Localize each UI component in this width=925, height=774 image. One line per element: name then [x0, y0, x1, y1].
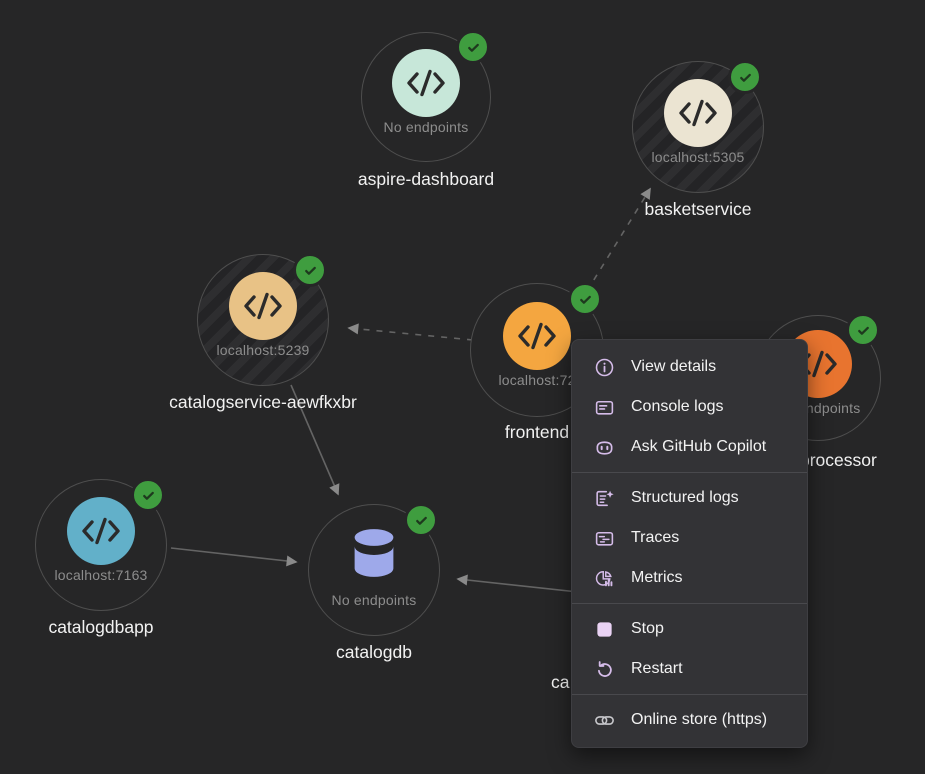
node-label: aspire-dashboard	[246, 169, 606, 190]
node-endpoint: No endpoints	[308, 592, 440, 608]
menu-item-label: Online store (https)	[631, 711, 767, 729]
menu-item-stop[interactable]: Stop	[572, 609, 807, 649]
status-badge-running	[404, 503, 438, 537]
menu-item-metrics[interactable]: Metrics	[572, 558, 807, 598]
node-label: catalogdb	[194, 642, 554, 663]
edge-catalogdbapp-to-catalogdb	[171, 548, 296, 562]
info-icon	[593, 356, 615, 378]
node-endpoint: localhost:7163	[35, 567, 167, 583]
menu-item-view-details[interactable]: View details	[572, 347, 807, 387]
console-logs-icon	[593, 396, 615, 418]
menu-item-online-store-https[interactable]: Online store (https)	[572, 700, 807, 740]
status-badge-running	[293, 253, 327, 287]
node-catalogdbapp[interactable]: localhost:7163catalogdbapp	[35, 479, 167, 611]
menu-item-label: Metrics	[631, 569, 683, 587]
status-badge-running	[568, 282, 602, 316]
metrics-icon	[593, 567, 615, 589]
database-icon	[342, 522, 406, 584]
edge-frontend-to-catalogservice-aewfkxbr	[349, 328, 473, 340]
node-label: catalogdbapp	[0, 617, 281, 638]
menu-item-label: Restart	[631, 660, 683, 678]
status-badge-running	[728, 60, 762, 94]
node-endpoint: No endpoints	[361, 119, 491, 135]
node-basketservice[interactable]: localhost:5305basketservice	[632, 61, 764, 193]
node-catalogdb[interactable]: No endpointscatalogdb	[308, 504, 440, 636]
menu-item-console-logs[interactable]: Console logs	[572, 387, 807, 427]
menu-item-restart[interactable]: Restart	[572, 649, 807, 689]
code-icon	[67, 497, 135, 565]
node-aspire-dashboard[interactable]: No endpointsaspire-dashboard	[361, 32, 491, 162]
restart-icon	[593, 658, 615, 680]
node-label: catalogservice-aewfkxbr	[83, 392, 443, 413]
menu-divider	[572, 603, 807, 604]
menu-item-structured-logs[interactable]: Structured logs	[572, 478, 807, 518]
node-label: basketservice	[518, 199, 878, 220]
copilot-icon	[593, 436, 615, 458]
traces-icon	[593, 527, 615, 549]
node-endpoint: localhost:5305	[632, 149, 764, 165]
link-icon	[593, 709, 615, 731]
menu-item-label: Stop	[631, 620, 664, 638]
node-endpoint: localhost:5239	[197, 342, 329, 358]
node-catalogservice-aewfkxbr[interactable]: localhost:5239catalogservice-aewfkxbr	[197, 254, 329, 386]
menu-item-label: View details	[631, 358, 716, 376]
code-icon	[229, 272, 297, 340]
context-menu: View details Console logs Ask GitHub Copil…	[571, 339, 808, 748]
structured-logs-icon	[593, 487, 615, 509]
node-label-partial: ca	[551, 672, 569, 693]
stop-icon	[593, 618, 615, 640]
resource-graph-canvas[interactable]: No endpointsaspire-dashboardlocalhost:53…	[0, 0, 925, 774]
code-icon	[503, 302, 571, 370]
menu-divider	[572, 472, 807, 473]
menu-item-ask-github-copilot[interactable]: Ask GitHub Copilot	[572, 427, 807, 467]
menu-item-traces[interactable]: Traces	[572, 518, 807, 558]
status-badge-running	[131, 478, 165, 512]
menu-item-label: Console logs	[631, 398, 724, 416]
menu-item-label: Ask GitHub Copilot	[631, 438, 766, 456]
code-icon	[664, 79, 732, 147]
menu-item-label: Traces	[631, 529, 679, 547]
status-badge-running	[456, 30, 490, 64]
code-icon	[392, 49, 460, 117]
menu-divider	[572, 694, 807, 695]
menu-item-label: Structured logs	[631, 489, 739, 507]
status-badge-running	[846, 313, 880, 347]
